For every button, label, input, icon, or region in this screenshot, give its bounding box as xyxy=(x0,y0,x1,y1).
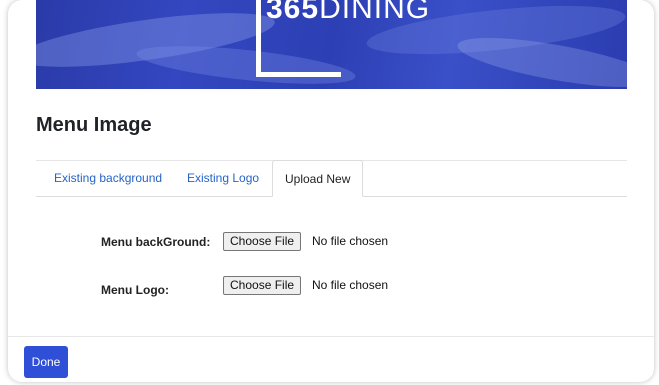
logo-word: DINING xyxy=(319,0,431,25)
brand-logo: 365DINING xyxy=(266,0,430,26)
modal-footer-divider xyxy=(8,336,654,337)
banner-image: 365DINING xyxy=(36,0,627,89)
logo-file-status: No file chosen xyxy=(312,278,389,292)
tab-bar: Existing background Existing Logo Upload… xyxy=(36,160,627,197)
done-button[interactable]: Done xyxy=(24,346,68,378)
tab-existing-background[interactable]: Existing background xyxy=(42,160,174,196)
menu-background-label: Menu backGround: xyxy=(101,235,211,249)
tab-upload-new[interactable]: Upload New xyxy=(272,160,364,197)
choose-background-file-button[interactable]: Choose File xyxy=(223,232,302,251)
choose-logo-file-button[interactable]: Choose File xyxy=(223,276,302,295)
page-title: Menu Image xyxy=(36,114,152,136)
logo-number: 365 xyxy=(266,0,320,25)
background-file-status: No file chosen xyxy=(312,234,389,248)
menu-logo-label: Menu Logo: xyxy=(101,283,169,297)
tab-existing-logo[interactable]: Existing Logo xyxy=(175,160,271,196)
